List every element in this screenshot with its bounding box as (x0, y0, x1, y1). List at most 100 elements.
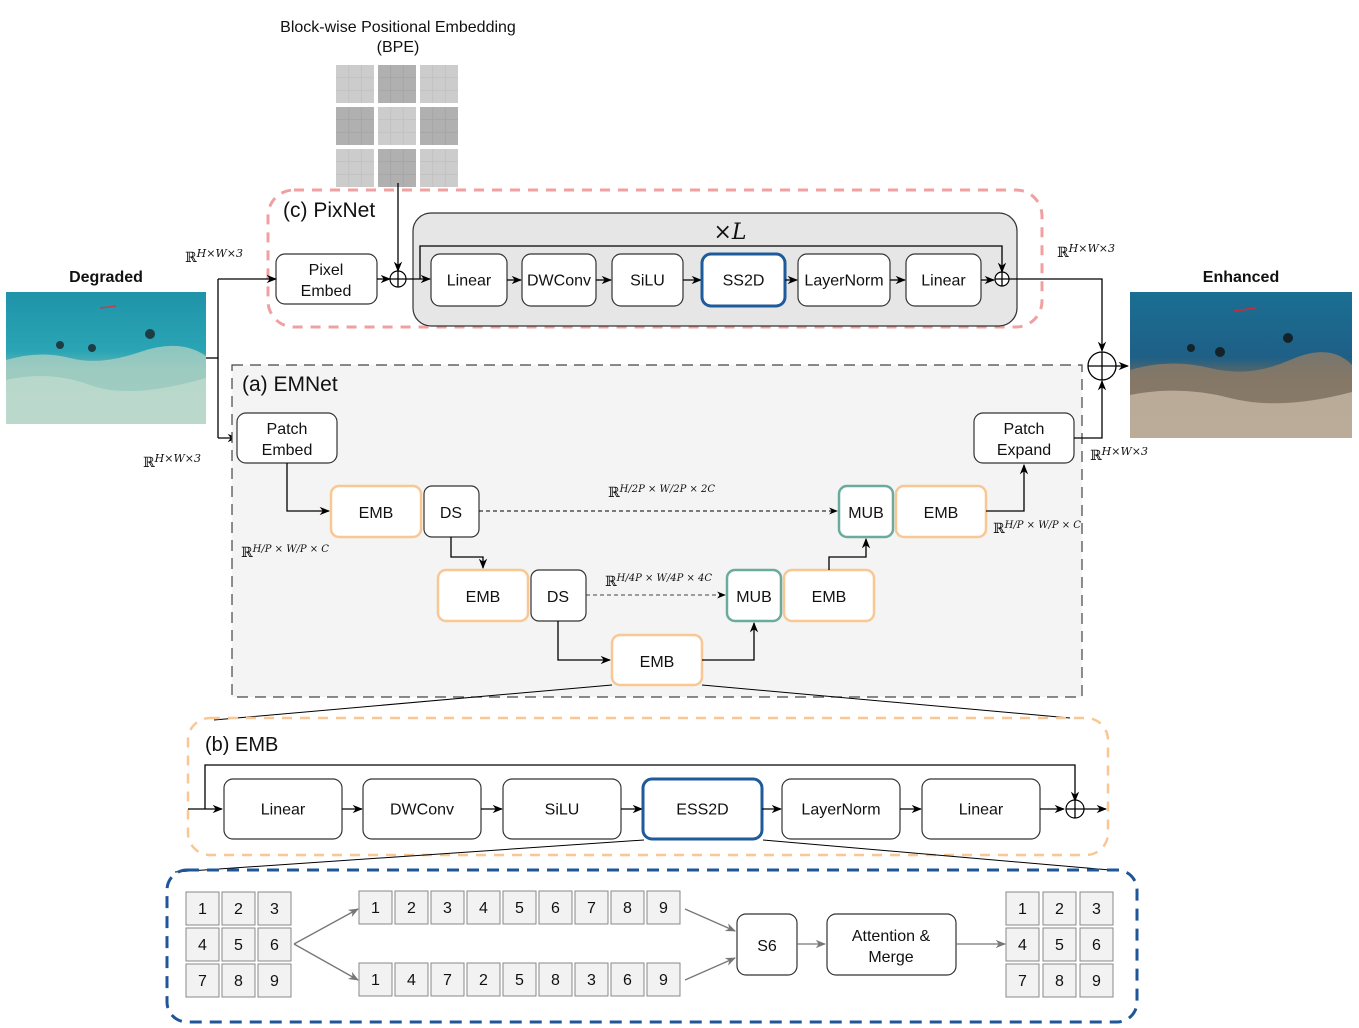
input-grid-cell: 1 (185, 891, 220, 926)
col-scan-token: 7 (430, 962, 465, 997)
pixnet-block-label: Linear (921, 273, 966, 290)
token-label: 4 (479, 900, 488, 917)
enhanced-label: Enhanced (1203, 269, 1279, 286)
input-grid-cell: 8 (221, 963, 256, 998)
emb-bottleneck[interactable]: EMB (610, 633, 704, 687)
token-label: 2 (234, 901, 243, 918)
emb-linear-box[interactable]: Linear (921, 778, 1041, 840)
row-scan-token: 6 (538, 890, 573, 925)
row-scan-token: 2 (394, 890, 429, 925)
token-label: 9 (659, 972, 668, 989)
row-scan-token: 9 (646, 890, 681, 925)
s6-box[interactable]: S6 (736, 913, 798, 976)
token-label: 7 (198, 973, 207, 990)
mub-2[interactable]: MUB (725, 568, 783, 623)
output-grid-cell: 9 (1079, 963, 1114, 998)
token-label: 3 (1092, 901, 1101, 918)
pixel-embed-box[interactable]: Pixel Embed (275, 253, 378, 305)
pixnet-linear-box[interactable]: Linear (905, 253, 982, 307)
token-label: 7 (587, 900, 596, 917)
emb-decoder-2[interactable]: EMB (782, 568, 876, 623)
output-grid-cell: 8 (1042, 963, 1077, 998)
emb-label: EMB (924, 505, 959, 522)
pixel-embed-label-2: Embed (301, 283, 352, 300)
shape-input-pixnet: ℝH×W×3 (185, 247, 243, 266)
patch-embed-box[interactable]: Patch Embed (236, 412, 338, 464)
emb-block-label: Linear (261, 802, 306, 819)
pixnet-block-label: DWConv (527, 273, 591, 290)
emb-silu-box[interactable]: SiLU (502, 778, 622, 840)
patch-expand-box[interactable]: Patch Expand (973, 412, 1075, 464)
input-grid-cell: 9 (257, 963, 292, 998)
bpe-grid (336, 65, 458, 187)
emb-layernorm-box[interactable]: LayerNorm (781, 778, 901, 840)
emb-encoder-2[interactable]: EMB (436, 568, 530, 623)
token-label: 2 (479, 972, 488, 989)
token-label: 8 (1055, 973, 1064, 990)
token-label: 3 (443, 900, 452, 917)
ds-2[interactable]: DS (530, 569, 587, 622)
token-label: 1 (371, 972, 380, 989)
bpe-block (378, 107, 416, 145)
emb-linear-box[interactable]: Linear (223, 778, 343, 840)
token-label: 9 (270, 973, 279, 990)
patch-expand-label-1: Patch (1004, 421, 1045, 438)
token-label: 5 (1055, 937, 1064, 954)
token-label: 3 (587, 972, 596, 989)
emb-dwconv-box[interactable]: DWConv (362, 778, 482, 840)
pixnet-layernorm-box[interactable]: LayerNorm (797, 253, 891, 307)
output-grid-cell: 2 (1042, 891, 1077, 926)
ds-1[interactable]: DS (423, 485, 480, 538)
patch-embed-label-2: Embed (262, 442, 313, 459)
emb-encoder-1[interactable]: EMB (329, 484, 423, 539)
token-label: 3 (270, 901, 279, 918)
token-label: 4 (407, 972, 416, 989)
emb-block-label: LayerNorm (801, 802, 880, 819)
degraded-image (6, 292, 206, 424)
row-scan-token: 7 (574, 890, 609, 925)
output-grid-cell: 6 (1079, 927, 1114, 962)
token-label: 7 (1018, 973, 1027, 990)
input-grid-cell: 6 (257, 927, 292, 962)
pixnet-ss2d-box[interactable]: SS2D (700, 252, 787, 308)
pixnet-linear-box[interactable]: Linear (430, 253, 508, 307)
pixnet-block-label: Linear (447, 273, 492, 290)
bpe-title: Block-wise Positional Embedding (280, 19, 516, 36)
output-grid-cell: 3 (1079, 891, 1114, 926)
token-label: 1 (1018, 901, 1027, 918)
emb-label: EMB (466, 589, 501, 606)
row-scan-token: 5 (502, 890, 537, 925)
output-grid-cell: 1 (1005, 891, 1040, 926)
token-label: 1 (198, 901, 207, 918)
emnet-title: (a) EMNet (242, 373, 338, 396)
pixnet-silu-box[interactable]: SiLU (611, 253, 684, 307)
enhanced-image (1130, 292, 1352, 438)
input-grid-cell: 5 (221, 927, 256, 962)
emb-label: EMB (812, 589, 847, 606)
attention-merge-box[interactable]: Attention & Merge (826, 913, 957, 976)
output-grid-cell: 4 (1005, 927, 1040, 962)
mub-label: MUB (848, 505, 884, 522)
row-scan-token: 4 (466, 890, 501, 925)
token-label: 2 (1055, 901, 1064, 918)
s6-label: S6 (757, 938, 777, 955)
bpe-block (420, 107, 458, 145)
emb-detail-title: (b) EMB (205, 734, 278, 756)
col-scan-token: 2 (466, 962, 501, 997)
emb-block-label: ESS2D (676, 802, 728, 819)
token-label: 1 (371, 900, 380, 917)
token-label: 2 (407, 900, 416, 917)
emb-decoder-1[interactable]: EMB (894, 484, 988, 539)
architecture-diagram: Block-wise Positional Embedding (BPE) (c… (6, 19, 1352, 1024)
input-grid-cell: 2 (221, 891, 256, 926)
token-label: 4 (1018, 937, 1027, 954)
token-label: 4 (198, 937, 207, 954)
pixnet-title: (c) PixNet (283, 199, 375, 222)
emb-block-label: DWConv (390, 802, 454, 819)
bpe-block (378, 149, 416, 187)
bpe-block (336, 149, 374, 187)
pixnet-dwconv-box[interactable]: DWConv (521, 253, 597, 307)
input-grid-cell: 3 (257, 891, 292, 926)
emb-ess2d-box[interactable]: ESS2D (641, 777, 764, 841)
mub-1[interactable]: MUB (837, 484, 895, 539)
